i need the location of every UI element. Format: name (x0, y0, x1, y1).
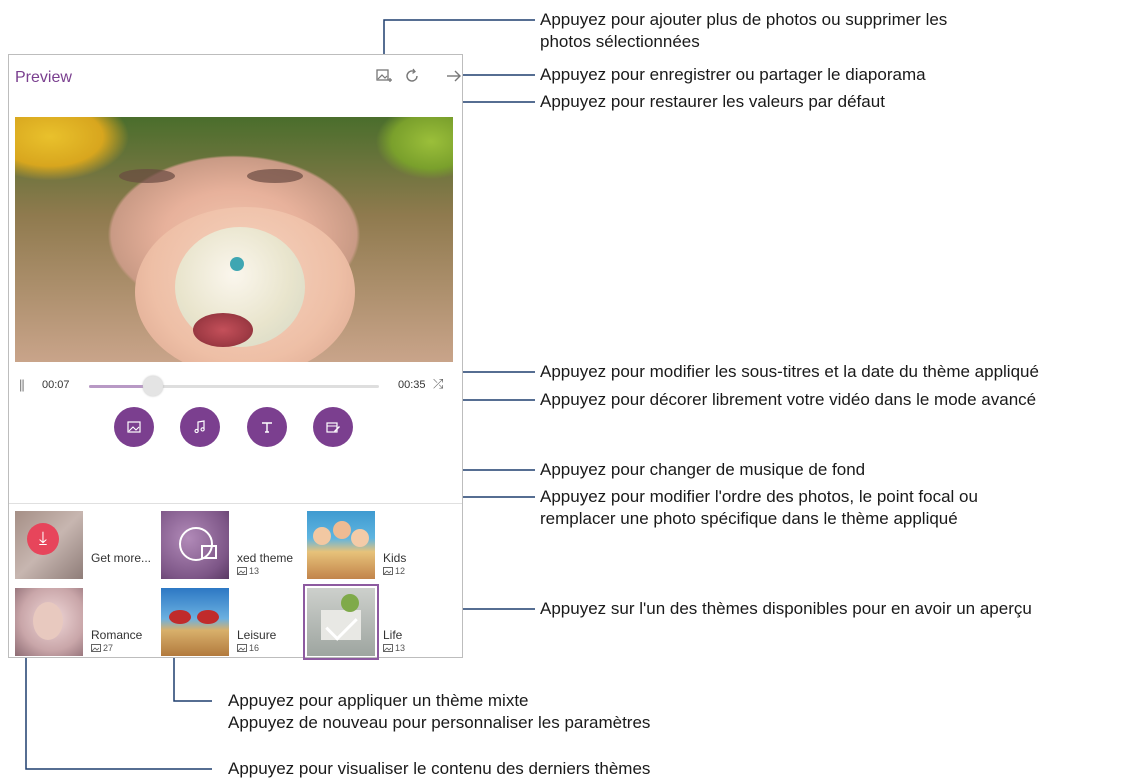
video-preview[interactable] (15, 117, 453, 362)
video-bubble-dot (230, 257, 244, 271)
theme-count-value: 16 (249, 643, 260, 653)
theme-photo-count: 13 (237, 566, 259, 576)
theme-photo-count: 16 (237, 643, 259, 653)
image-icon (127, 421, 141, 433)
theme-count-value: 13 (249, 566, 260, 576)
annotation-subtitles: Appuyez pour modifier les sous-titres et… (540, 362, 1039, 381)
annotation-add-photos: Appuyez pour ajouter plus de photos ou s… (540, 9, 947, 53)
video-eye-right (247, 169, 303, 183)
theme-item[interactable]: Life 13 (303, 584, 447, 660)
theme-name: Leisure (237, 628, 277, 642)
annotation-text: photos sélectionnées (540, 32, 700, 51)
theme-item[interactable]: Leisure 16 (161, 588, 301, 656)
advanced-edit-button[interactable] (313, 407, 353, 447)
annotation-text: Appuyez pour ajouter plus de photos ou s… (540, 10, 948, 29)
theme-name: Romance (91, 628, 143, 642)
music-note-icon (194, 420, 205, 434)
page-title: Preview (15, 69, 72, 86)
playback-bar: || 00:07 00:35 ⤮ (15, 373, 453, 399)
theme-photo-count: 12 (383, 566, 405, 576)
theme-count-value: 13 (395, 643, 406, 653)
photo-count-icon (383, 644, 393, 652)
pause-icon[interactable]: || (19, 377, 25, 392)
annotation-save-share: Appuyez pour enregistrer ou partager le … (540, 65, 926, 84)
theme-count-value: 12 (395, 566, 406, 576)
theme-thumbnail (307, 511, 375, 579)
annotation-text: Appuyez pour modifier l'ordre des photos… (540, 487, 978, 506)
theme-item[interactable]: Romance 27 (15, 588, 155, 656)
theme-item[interactable]: Kids 12 (307, 511, 447, 579)
theme-count-value: 27 (103, 643, 114, 653)
subtitles-button[interactable] (247, 407, 287, 447)
photo-count-icon (237, 567, 247, 575)
theme-thumbnail: ⤓ (15, 511, 83, 579)
music-button[interactable] (180, 407, 220, 447)
seek-bar-handle[interactable] (142, 376, 163, 396)
video-edit-icon (326, 422, 340, 433)
photo-count-icon (383, 567, 393, 575)
photo-count-icon (237, 644, 247, 652)
theme-thumbnail (161, 511, 229, 579)
theme-thumbnail (303, 584, 379, 660)
video-eye-left (119, 169, 175, 183)
theme-name: Kids (383, 551, 407, 565)
arrow-right-icon[interactable] (443, 65, 465, 87)
total-time: 00:35 (398, 379, 426, 391)
slideshow-preview-screen: Preview || 00:07 00:35 ⤮ ⤓ Get more... x… (8, 54, 465, 660)
annotation-text: Appuyez pour appliquer un thème mixte (228, 691, 529, 710)
annotation-decorate: Appuyez pour décorer librement votre vid… (540, 390, 1037, 409)
annotation-text: Appuyez de nouveau pour personnaliser le… (228, 713, 651, 732)
theme-name: Life (383, 628, 403, 642)
theme-name: xed theme (237, 551, 294, 565)
annotation-preview-theme: Appuyez sur l'un des thèmes disponibles … (540, 599, 1032, 618)
annotation-text: remplacer une photo spécifique dans le t… (540, 509, 958, 528)
annotation-order: Appuyez pour modifier l'ordre des photos… (540, 486, 978, 530)
annotation-restore: Appuyez pour restaurer les valeurs par d… (540, 92, 885, 111)
theme-name: Get more... (91, 551, 152, 565)
theme-photo-count: 13 (383, 643, 405, 653)
theme-item[interactable]: xed theme 13 (161, 511, 301, 579)
divider (9, 503, 462, 504)
current-time: 00:07 (42, 379, 70, 391)
theme-thumbnail (15, 588, 83, 656)
photo-count-icon (91, 644, 101, 652)
theme-thumbnail (161, 588, 229, 656)
seek-bar[interactable] (89, 376, 379, 396)
shuffle-icon[interactable]: ⤮ (433, 376, 443, 392)
edit-photos-button[interactable] (114, 407, 154, 447)
annotation-music: Appuyez pour changer de musique de fond (540, 460, 866, 479)
restore-icon[interactable] (401, 65, 423, 87)
text-icon (262, 422, 272, 433)
theme-photo-count: 27 (91, 643, 113, 653)
video-lips (193, 313, 253, 347)
add-photos-icon[interactable] (373, 65, 395, 87)
theme-item[interactable]: ⤓ Get more... (15, 511, 155, 579)
annotation-latest-themes: Appuyez pour visualiser le contenu des d… (228, 759, 651, 778)
annotation-mixed-theme: Appuyez pour appliquer un thème mixte Ap… (228, 690, 650, 734)
